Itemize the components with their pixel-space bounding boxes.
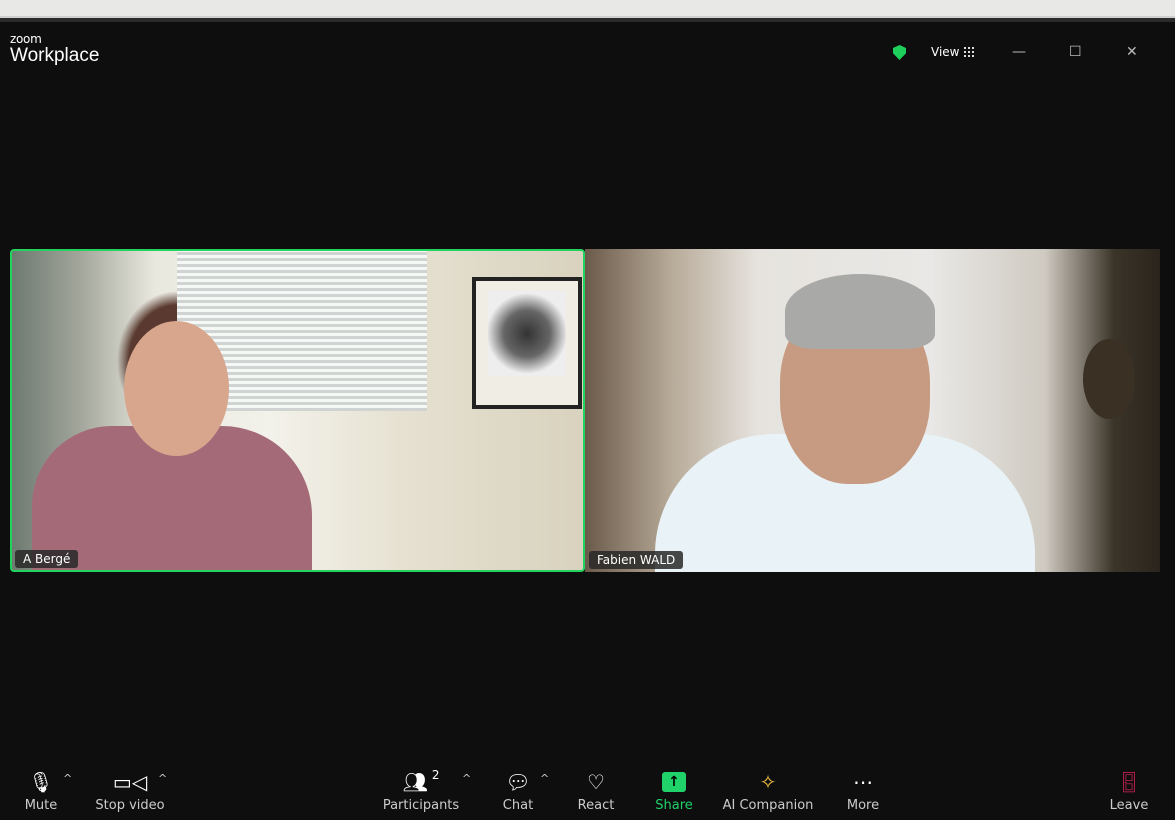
share-label: Share (655, 798, 693, 813)
zoom-logo: zoom Workplace (10, 33, 99, 67)
participants-icon: 👥︎ 2 (402, 768, 440, 794)
react-button[interactable]: ♡ React (575, 768, 617, 813)
encryption-shield-icon[interactable] (893, 45, 906, 60)
audio-options-caret[interactable]: ^ (63, 772, 72, 785)
grid-icon (964, 47, 975, 57)
logo-small: zoom (10, 32, 42, 46)
participants-label: Participants (382, 798, 460, 813)
browser-top-strip (0, 0, 1175, 18)
react-label: React (577, 798, 615, 813)
ai-companion-button[interactable]: ✧ AI Companion (720, 768, 816, 813)
view-button[interactable]: View (931, 45, 975, 59)
chat-options-caret[interactable]: ^ (540, 772, 549, 785)
chat-button[interactable]: 💬︎ Chat (500, 768, 536, 813)
maximize-button[interactable]: ☐ (1069, 44, 1082, 60)
stop-video-button[interactable]: ▭◁ Stop video (92, 768, 168, 813)
video-tile-fabien-wald[interactable]: Fabien WALD (585, 249, 1160, 572)
share-arrow-icon: ↑ (662, 772, 686, 792)
more-label: More (846, 798, 880, 813)
mute-button[interactable]: 🎙︎ Mute (20, 768, 62, 813)
more-button[interactable]: ⋯ More (843, 768, 883, 813)
mute-label: Mute (24, 798, 58, 813)
leave-button[interactable]: 🚪︎ Leave (1108, 768, 1150, 813)
video-person-face (124, 321, 229, 456)
leave-door-icon: 🚪︎ (1116, 770, 1142, 794)
name-tag: A Bergé (15, 550, 79, 568)
chat-label: Chat (502, 798, 534, 813)
video-camera-icon: ▭◁ (112, 770, 148, 794)
video-clock (1083, 339, 1135, 419)
video-options-caret[interactable]: ^ (158, 772, 167, 785)
participants-count: 2 (431, 768, 440, 782)
share-button[interactable]: ↑ Share (652, 768, 696, 813)
participants-options-caret[interactable]: ^ (462, 772, 471, 785)
microphone-icon: 🎙︎ (28, 770, 54, 794)
video-tile-a-berge[interactable]: A Bergé (10, 249, 585, 572)
participants-button[interactable]: 👥︎ 2 Participants (380, 768, 462, 813)
more-dots-icon: ⋯ (853, 770, 873, 794)
minimize-button[interactable]: — (1012, 44, 1026, 60)
close-button[interactable]: ✕ (1126, 44, 1138, 60)
ai-companion-label: AI Companion (722, 798, 814, 813)
sparkle-icon: ✧ (759, 770, 777, 794)
chat-icon: 💬︎ (505, 770, 531, 794)
title-strip (0, 18, 1175, 22)
view-label: View (931, 45, 960, 59)
stop-video-label: Stop video (95, 798, 165, 813)
heart-icon: ♡ (587, 770, 605, 794)
logo-big: Workplace (10, 45, 100, 66)
video-poster (472, 277, 582, 409)
video-person-hair (785, 274, 935, 349)
name-tag: Fabien WALD (589, 551, 684, 569)
leave-label: Leave (1109, 798, 1149, 813)
